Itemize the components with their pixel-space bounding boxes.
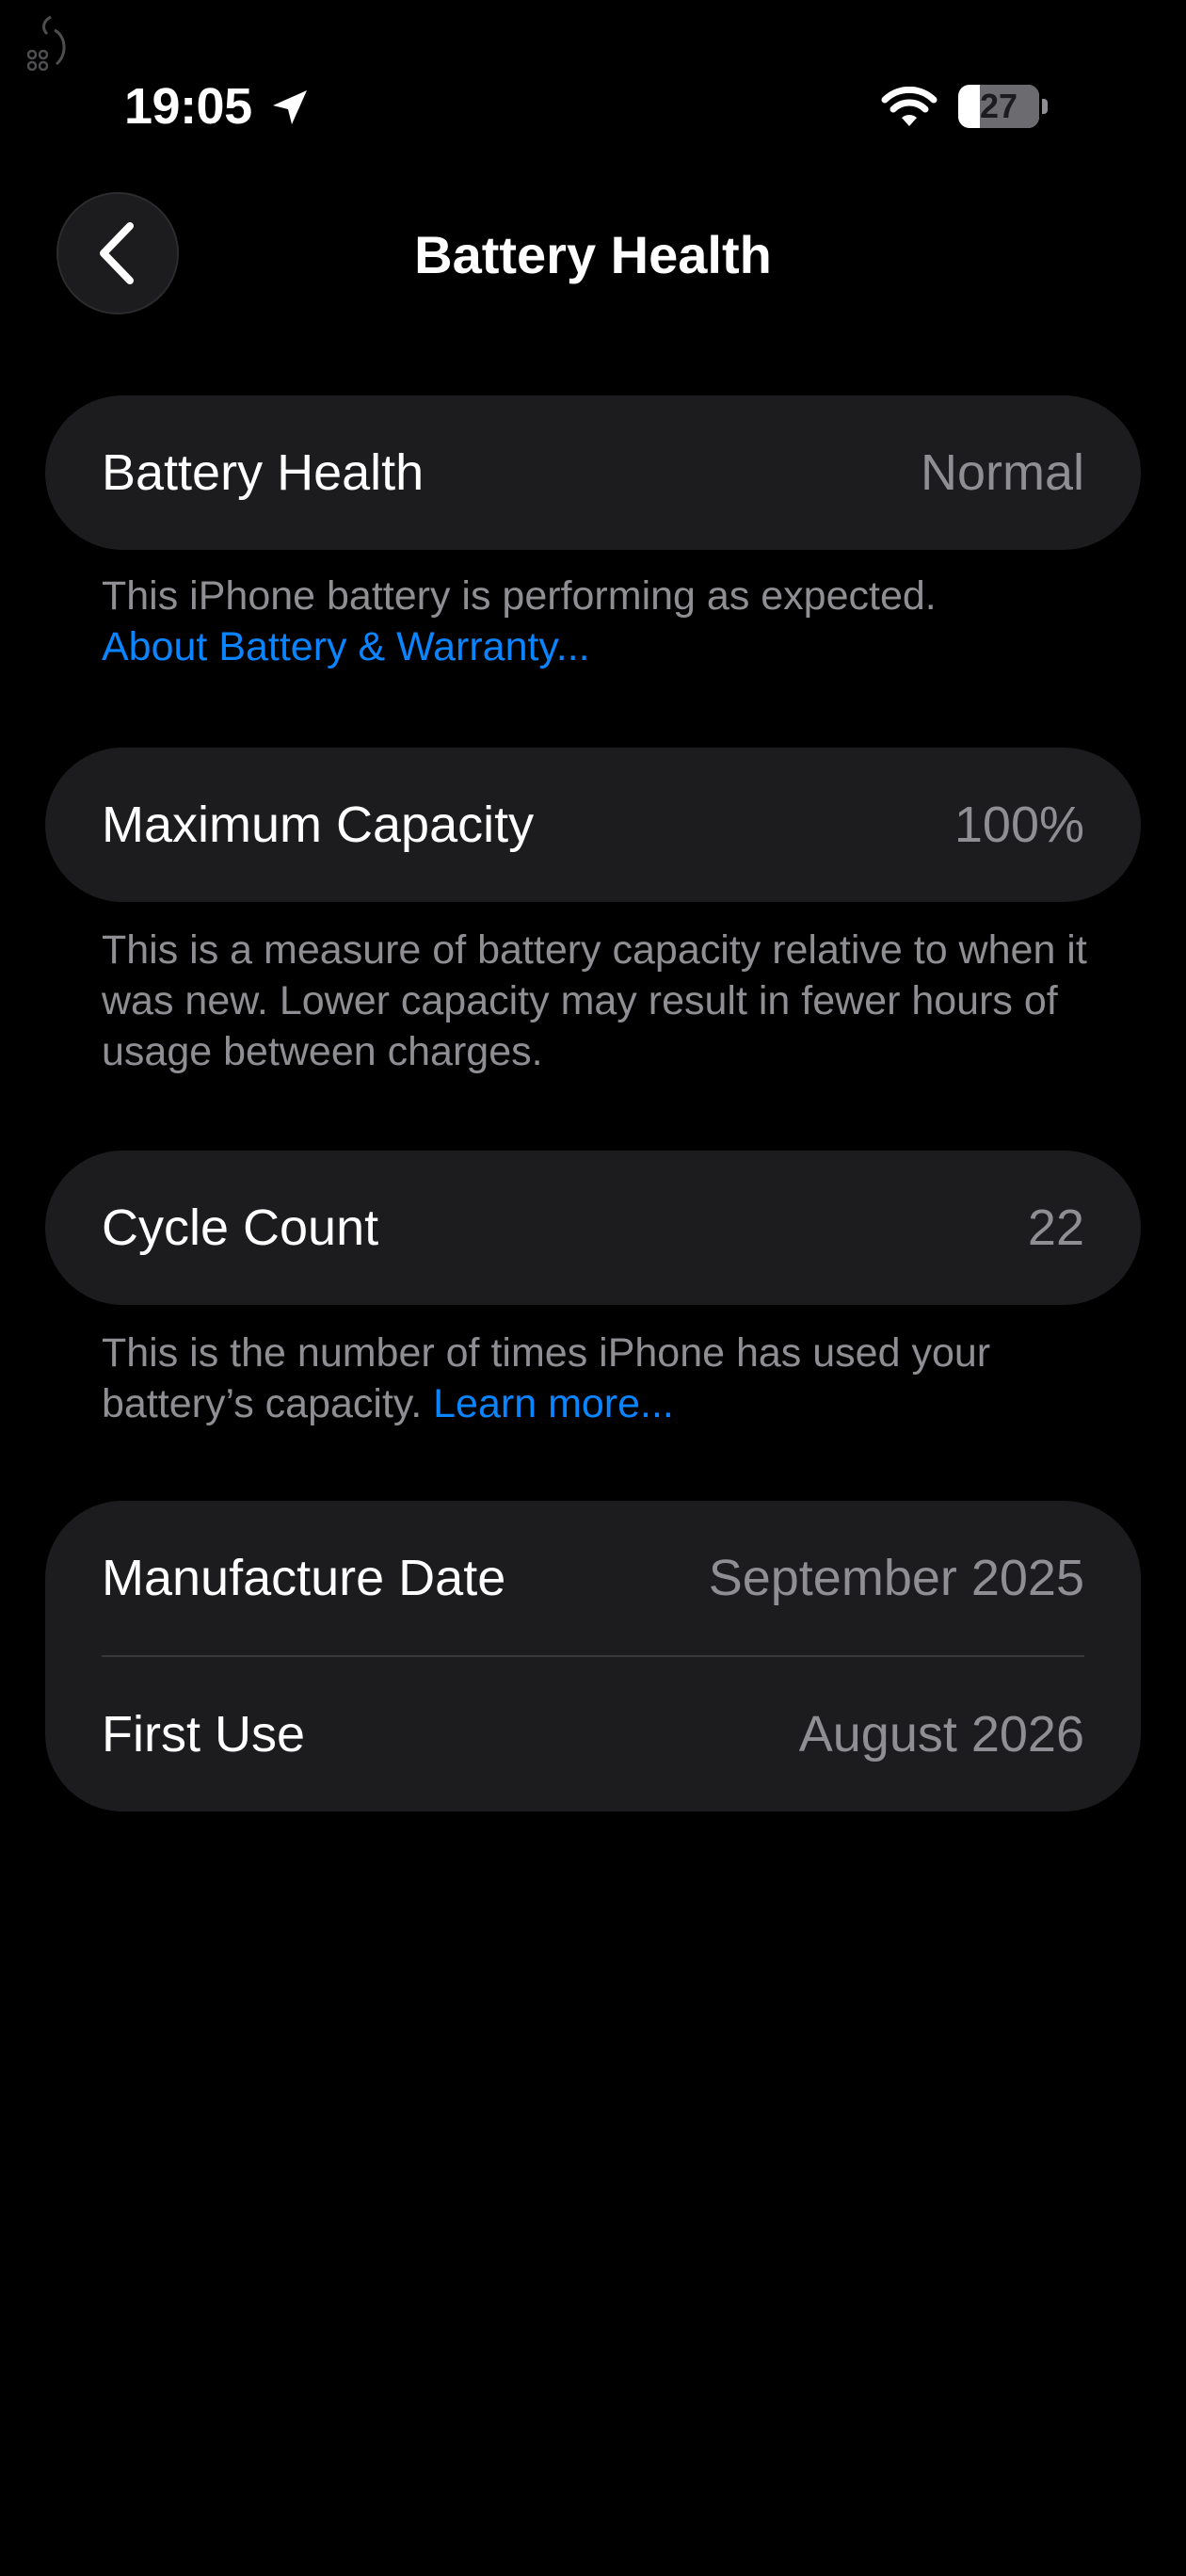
battery-health-footer: This iPhone battery is performing as exp… [102, 571, 1099, 672]
first-use-label: First Use [102, 1706, 305, 1763]
battery-health-card: Battery Health Normal [45, 395, 1141, 550]
cycle-count-value: 22 [1027, 1199, 1084, 1256]
battery-health-label: Battery Health [102, 444, 425, 501]
maximum-capacity-card: Maximum Capacity 100% [45, 748, 1141, 902]
first-use-value: August 2026 [798, 1706, 1084, 1763]
battery-body: 27 [958, 85, 1039, 128]
battery-health-value: Normal [920, 444, 1084, 501]
cycle-count-label: Cycle Count [102, 1199, 379, 1256]
manufacture-date-row: Manufacture Date September 2025 [45, 1501, 1141, 1655]
battery-health-row: Battery Health Normal [45, 395, 1141, 550]
learn-more-link[interactable]: Learn more... [433, 1381, 674, 1426]
status-bar: 19:05 27 [0, 0, 1186, 188]
maximum-capacity-footer: This is a measure of battery capacity re… [102, 925, 1099, 1077]
maximum-capacity-row: Maximum Capacity 100% [45, 748, 1141, 902]
debug-icon [26, 15, 66, 72]
maximum-capacity-value: 100% [954, 797, 1084, 853]
cycle-count-card: Cycle Count 22 [45, 1151, 1141, 1305]
navigation-bar: Battery Health [0, 188, 1186, 320]
wifi-icon [881, 87, 938, 126]
battery-health-footer-text: This iPhone battery is performing as exp… [102, 573, 937, 619]
dates-card: Manufacture Date September 2025 First Us… [45, 1501, 1141, 1811]
battery-cap [1042, 99, 1048, 114]
maximum-capacity-label: Maximum Capacity [102, 797, 535, 853]
first-use-row: First Use August 2026 [45, 1657, 1141, 1811]
cycle-count-footer: This is the number of times iPhone has u… [102, 1328, 1099, 1429]
maximum-capacity-footer-text: This is a measure of battery capacity re… [102, 927, 1087, 1074]
about-battery-warranty-link[interactable]: About Battery & Warranty... [102, 624, 590, 669]
location-arrow-icon [273, 90, 307, 124]
status-time: 19:05 [124, 78, 252, 135]
page-title: Battery Health [414, 225, 772, 284]
battery-level: 27 [979, 87, 1018, 125]
battery-icon: 27 [958, 85, 1049, 128]
manufacture-date-label: Manufacture Date [102, 1550, 506, 1606]
manufacture-date-value: September 2025 [708, 1550, 1084, 1606]
cycle-count-row: Cycle Count 22 [45, 1151, 1141, 1305]
